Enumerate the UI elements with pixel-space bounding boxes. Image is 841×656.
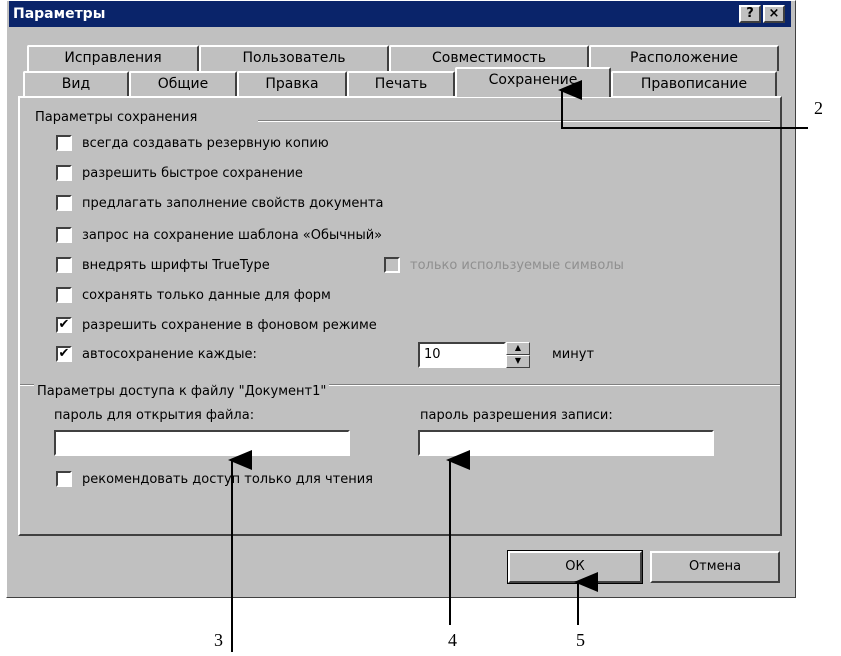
callout-arrows [228,80,808,652]
callout-2-arrow [558,80,808,129]
